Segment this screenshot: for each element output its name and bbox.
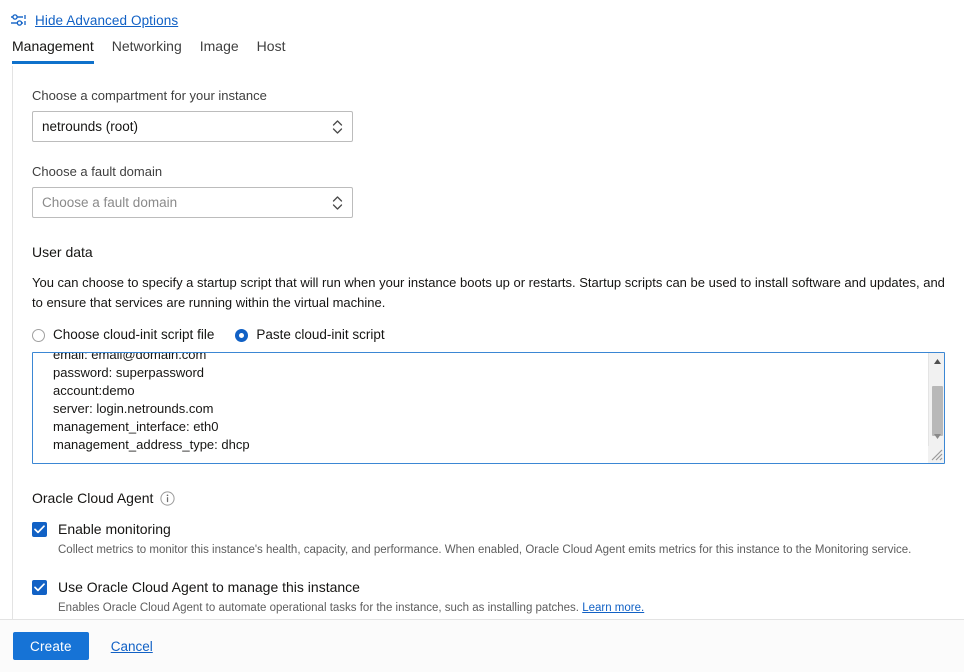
enable-monitoring-row[interactable]: Enable monitoring: [32, 521, 946, 538]
tab-image[interactable]: Image: [191, 38, 248, 64]
instance-create-advanced-panel: Hide Advanced Options Management Network…: [0, 0, 964, 672]
chevron-updown-icon: [332, 194, 343, 211]
info-icon[interactable]: [160, 491, 176, 506]
fault-domain-label: Choose a fault domain: [32, 164, 163, 179]
use-agent-manage-instance-help: Enables Oracle Cloud Agent to automate o…: [58, 601, 946, 616]
scroll-up-arrow-icon[interactable]: [929, 353, 944, 370]
compartment-select[interactable]: netrounds (root): [32, 111, 353, 142]
cloud-init-script-textarea[interactable]: email: email@domain.com password: superp…: [32, 352, 945, 464]
advanced-options-toggle[interactable]: Hide Advanced Options: [10, 10, 178, 30]
compartment-select-value: netrounds (root): [42, 119, 139, 134]
fault-domain-select[interactable]: Choose a fault domain: [32, 187, 353, 218]
management-tab-panel: Choose a compartment for your instance n…: [12, 66, 964, 619]
user-data-description: You can choose to specify a startup scri…: [32, 275, 945, 310]
checkbox-checked-icon[interactable]: [32, 522, 47, 537]
use-agent-help-text: Enables Oracle Cloud Agent to automate o…: [58, 602, 583, 614]
footer-actions: Create Cancel: [0, 620, 964, 672]
scroll-down-arrow-icon[interactable]: [929, 428, 944, 445]
user-data-radio-group: Choose cloud-init script file Paste clou…: [32, 327, 946, 343]
hide-advanced-options-link[interactable]: Hide Advanced Options: [35, 13, 178, 28]
radio-unchecked-icon: [32, 328, 45, 342]
user-data-title: User data: [32, 244, 93, 260]
create-button[interactable]: Create: [13, 632, 89, 660]
oracle-cloud-agent-title: Oracle Cloud Agent: [32, 490, 154, 506]
radio-choose-cloud-init-file-label: Choose cloud-init script file: [53, 327, 215, 342]
cloud-init-script-text[interactable]: email: email@domain.com password: superp…: [33, 353, 926, 454]
tab-networking[interactable]: Networking: [103, 38, 191, 64]
use-agent-manage-instance-label[interactable]: Use Oracle Cloud Agent to manage this in…: [58, 579, 360, 596]
sliders-icon: [10, 12, 27, 29]
compartment-label: Choose a compartment for your instance: [32, 88, 267, 103]
tab-management[interactable]: Management: [3, 38, 103, 64]
use-agent-manage-instance-row[interactable]: Use Oracle Cloud Agent to manage this in…: [32, 579, 946, 596]
cancel-button[interactable]: Cancel: [111, 639, 153, 654]
radio-choose-cloud-init-file[interactable]: Choose cloud-init script file: [32, 327, 214, 343]
radio-paste-cloud-init-script[interactable]: Paste cloud-init script: [235, 327, 385, 343]
resize-grip-icon[interactable]: [928, 446, 944, 463]
radio-checked-icon: [235, 328, 249, 342]
oracle-cloud-agent-header: Oracle Cloud Agent: [32, 490, 946, 507]
checkbox-checked-icon[interactable]: [32, 580, 47, 595]
fault-domain-select-value: Choose a fault domain: [42, 195, 178, 210]
enable-monitoring-label[interactable]: Enable monitoring: [58, 521, 171, 538]
tab-host[interactable]: Host: [248, 38, 295, 64]
learn-more-link[interactable]: Learn more.: [582, 602, 644, 614]
chevron-updown-icon: [332, 118, 343, 135]
radio-paste-cloud-init-script-label: Paste cloud-init script: [256, 327, 385, 342]
tab-bar: Management Networking Image Host: [0, 38, 964, 66]
enable-monitoring-help: Collect metrics to monitor this instance…: [58, 544, 912, 556]
